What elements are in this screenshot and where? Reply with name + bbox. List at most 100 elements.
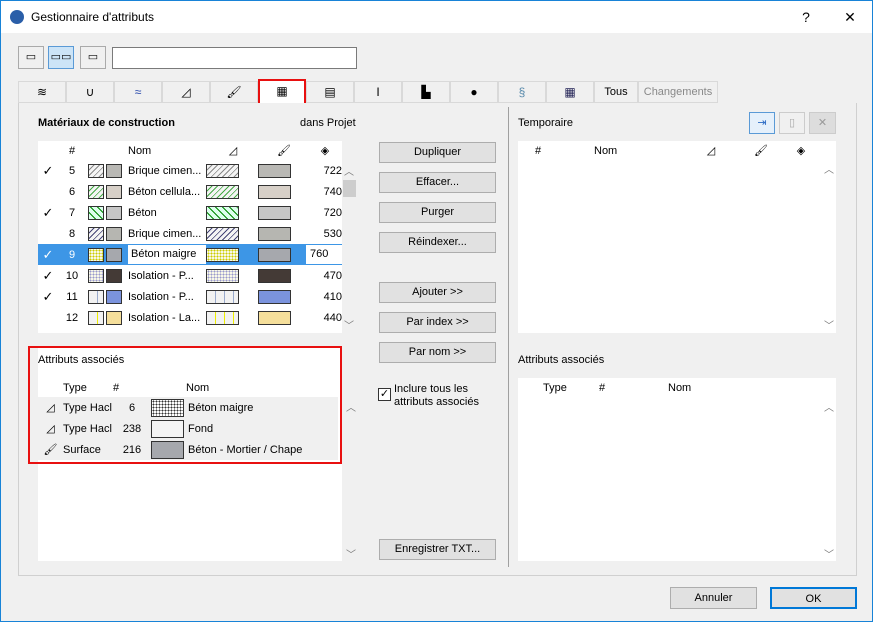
row-priority[interactable]: 740 (306, 186, 342, 198)
row-priority[interactable]: 410 (306, 291, 342, 303)
table-row[interactable]: ✓ 9 Béton maigre 760 (38, 244, 342, 265)
hatch-col-icon[interactable]: ◿ (208, 144, 258, 157)
col-num[interactable]: # (113, 382, 151, 394)
row-priority[interactable]: 470 (306, 270, 342, 282)
row-name[interactable]: Brique cimen... (128, 165, 206, 177)
scroll-down-icon[interactable]: ﹀ (344, 317, 354, 332)
save-txt-button[interactable]: Enregistrer TXT... (379, 539, 496, 560)
hatch-preview[interactable] (206, 310, 239, 325)
table-row[interactable]: ✓ 11 Isolation - P... 410 (38, 286, 342, 307)
reindex-button[interactable]: Réindexer... (379, 232, 496, 253)
tab-layers-icon[interactable]: ≋ (18, 81, 66, 103)
col-type[interactable]: Type (63, 382, 113, 394)
by-name-button[interactable]: Par nom >> (379, 342, 496, 363)
purge-button[interactable]: Purger (379, 202, 496, 223)
hatch-col-icon[interactable]: ◿ (686, 144, 736, 157)
col-type[interactable]: Type (543, 382, 599, 394)
row-priority[interactable]: 760 (306, 245, 342, 264)
hatch-preview[interactable] (206, 184, 239, 199)
row-name[interactable]: Béton cellula... (128, 186, 206, 198)
row-priority[interactable]: 440 (306, 312, 342, 324)
duplicate-button[interactable]: Dupliquer (379, 142, 496, 163)
tab-grid-icon[interactable]: ▦ (546, 81, 594, 103)
surface-preview[interactable] (258, 289, 291, 304)
table-row[interactable]: 12 Isolation - La... 440 (38, 307, 342, 328)
hatch-preview[interactable] (206, 289, 239, 304)
tab-changes[interactable]: Changements (638, 81, 718, 103)
assoc-row[interactable]: ◿ Type Hacl 6 Béton maigre (38, 397, 338, 418)
tab-surface-icon[interactable]: 🖌 (210, 81, 258, 103)
assoc-right-scroll-up-icon[interactable]: ︿ (824, 399, 834, 414)
row-name[interactable]: Isolation - P... (128, 270, 206, 282)
row-name[interactable]: Béton maigre (128, 245, 206, 264)
cancel-button[interactable]: Annuler (670, 587, 757, 609)
assoc-row[interactable]: 🖌 Surface 216 Béton - Mortier / Chape (38, 439, 338, 460)
tab-environment-icon[interactable]: ● (450, 81, 498, 103)
surface-preview[interactable] (258, 184, 291, 199)
temp-scroll-up-icon[interactable]: ︿ (824, 161, 834, 176)
col-num[interactable]: # (58, 145, 86, 157)
row-name[interactable]: Isolation - P... (128, 291, 206, 303)
tab-pen-icon[interactable]: ∪ (66, 81, 114, 103)
surface-col-icon[interactable]: 🖌 (258, 144, 310, 157)
surface-col-icon[interactable]: 🖌 (736, 144, 786, 157)
surface-preview[interactable] (258, 163, 291, 178)
col-name[interactable]: Nom (594, 145, 686, 157)
assoc-scroll-up-icon[interactable]: ︿ (346, 399, 356, 414)
by-index-button[interactable]: Par index >> (379, 312, 496, 333)
view-split-icon[interactable]: ▭▭ (48, 46, 74, 69)
col-name[interactable]: Nom (128, 145, 208, 157)
col-name[interactable]: Nom (186, 382, 209, 394)
row-priority[interactable]: 720 (306, 207, 342, 219)
help-button[interactable]: ? (789, 1, 823, 33)
row-priority[interactable]: 722 (306, 165, 342, 177)
surface-preview[interactable] (258, 247, 291, 262)
view-list-icon[interactable]: ▭ (18, 46, 44, 69)
tab-profile-icon[interactable]: I (354, 81, 402, 103)
row-name[interactable]: Béton (128, 207, 206, 219)
priority-col-icon[interactable]: ◈ (786, 144, 816, 157)
search-input[interactable] (112, 47, 357, 69)
scrollbar-thumb[interactable] (343, 180, 356, 197)
remove-icon[interactable]: ✕ (809, 112, 836, 134)
export-icon[interactable]: ▯ (779, 112, 805, 134)
row-priority[interactable]: 530 (306, 228, 342, 240)
close-button[interactable]: ✕ (833, 1, 867, 33)
col-num[interactable]: # (599, 382, 631, 394)
table-row[interactable]: 8 Brique cimen... 530 (38, 223, 342, 244)
tab-mep-icon[interactable]: § (498, 81, 546, 103)
row-name[interactable]: Isolation - La... (128, 312, 206, 324)
surface-preview[interactable] (258, 205, 291, 220)
surface-preview[interactable] (258, 268, 291, 283)
hatch-preview[interactable] (206, 163, 239, 178)
table-row[interactable]: ✓ 7 Béton 720 (38, 202, 342, 223)
view-single-icon[interactable]: ▭ (80, 46, 106, 69)
col-name[interactable]: Nom (668, 382, 691, 394)
hatch-preview[interactable] (206, 268, 239, 283)
import-icon[interactable]: ⇥ (749, 112, 775, 134)
assoc-scroll-down-icon[interactable]: ﹀ (346, 546, 356, 561)
col-num[interactable]: # (518, 145, 558, 157)
include-checkbox[interactable]: ✓ (378, 388, 391, 401)
tab-hatch-icon[interactable]: ◿ (162, 81, 210, 103)
surface-preview[interactable] (258, 310, 291, 325)
row-name[interactable]: Brique cimen... (128, 228, 206, 240)
assoc-row[interactable]: ◿ Type Hacl 238 Fond (38, 418, 338, 439)
hatch-preview[interactable] (206, 226, 239, 241)
tab-composite-icon[interactable]: ▤ (306, 81, 354, 103)
temp-scroll-down-icon[interactable]: ﹀ (824, 317, 834, 332)
ok-button[interactable]: OK (770, 587, 857, 609)
add-button[interactable]: Ajouter >> (379, 282, 496, 303)
hatch-preview[interactable] (206, 205, 239, 220)
tab-line-icon[interactable]: ≈ (114, 81, 162, 103)
priority-col-icon[interactable]: ◈ (310, 144, 340, 157)
delete-button[interactable]: Effacer... (379, 172, 496, 193)
scroll-up-icon[interactable]: ︿ (344, 163, 354, 178)
table-row[interactable]: 6 Béton cellula... 740 (38, 181, 342, 202)
table-row[interactable]: ✓ 10 Isolation - P... 470 (38, 265, 342, 286)
table-row[interactable]: ✓ 5 Brique cimen... 722 (38, 160, 342, 181)
assoc-right-scroll-down-icon[interactable]: ﹀ (824, 546, 834, 561)
surface-preview[interactable] (258, 226, 291, 241)
tab-zone-icon[interactable]: ▙ (402, 81, 450, 103)
hatch-preview[interactable] (206, 247, 239, 262)
